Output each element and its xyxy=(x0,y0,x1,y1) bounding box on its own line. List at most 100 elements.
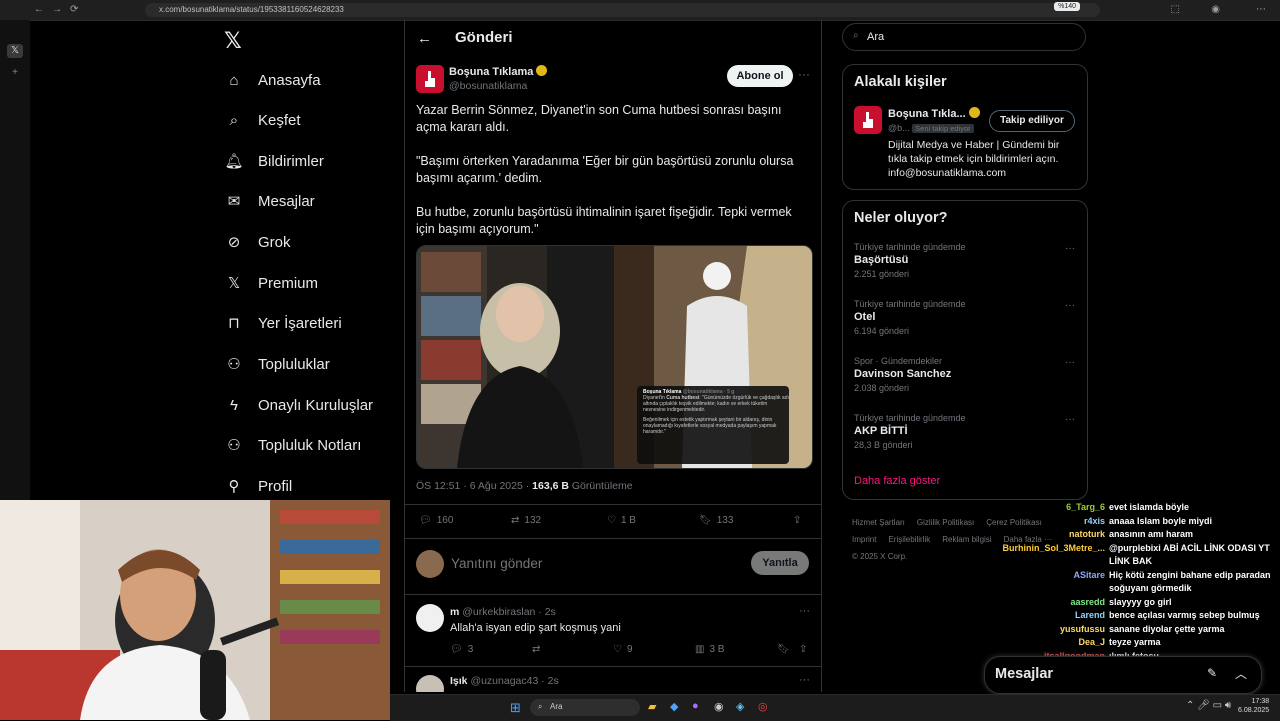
reply-input[interactable]: Yanıtını gönder xyxy=(451,556,542,571)
zoom-badge[interactable]: %140 xyxy=(1054,2,1080,11)
subscribe-button[interactable]: Abone ol xyxy=(727,65,793,87)
author-avatar[interactable] xyxy=(416,65,444,93)
more-options-icon[interactable]: ··· xyxy=(1065,300,1075,311)
nav-item-3[interactable]: ✉ Mesajlar xyxy=(224,186,315,216)
trend-count: 2.251 gönderi xyxy=(854,269,910,279)
footer-link[interactable]: Hizmet Şartları xyxy=(852,514,905,531)
nav-item-2[interactable]: 🔔︎ Bildirimler xyxy=(224,146,323,176)
trends-card: Neler oluyor? Türkiye tarihinde gündemde… xyxy=(842,200,1088,500)
taskbar-search[interactable]: ⌕ Ara xyxy=(530,699,640,716)
menu-icon[interactable]: ⋯ xyxy=(1256,4,1266,15)
footer-link[interactable]: Erişilebilirlik xyxy=(888,531,930,548)
messages-drawer[interactable]: Mesajlar ✎ ︿ xyxy=(984,656,1262,694)
reply-action[interactable]: 💬︎ 160 xyxy=(419,515,453,526)
tray-icons[interactable]: ⌃ 🎤︎ ▭ 🔊︎ xyxy=(1186,700,1231,711)
chat-text: evet islamda böyle xyxy=(1109,502,1190,512)
clock[interactable]: 17:38 6.08.2025 xyxy=(1238,697,1269,715)
user-avatar[interactable] xyxy=(416,550,444,578)
back-arrow-icon[interactable]: ← xyxy=(417,30,432,47)
reply-header[interactable]: m @urkekbiraslan · 2s xyxy=(450,606,556,618)
bookmark-action[interactable]: 🔖︎ 133 xyxy=(699,515,733,526)
author-handle[interactable]: @bosunatiklama xyxy=(449,80,527,92)
footer-link[interactable]: Reklam bilgisi xyxy=(942,531,991,548)
verified-badge-icon xyxy=(536,65,548,76)
nav-item-7[interactable]: ⚇ Topluluklar xyxy=(224,349,329,379)
post-media[interactable]: Boşuna Tıklama @bosunatiklama · 5 g Diya… xyxy=(416,245,813,469)
related-name[interactable]: Boşuna Tıkla... xyxy=(888,107,980,120)
show-more-link[interactable]: Daha fazla göster xyxy=(854,475,940,487)
more-options-icon[interactable]: ··· xyxy=(1065,243,1075,254)
address-bar[interactable]: x.com/bosunatiklama/status/1953381160524… xyxy=(145,3,1100,17)
nav-item-10[interactable]: ⚲ Profil xyxy=(224,471,293,501)
nav-item-5[interactable]: 𝕏 Premium xyxy=(224,268,318,298)
person-icon: ⚲ xyxy=(228,478,240,495)
nav-item-9[interactable]: ⚇ Topluluk Notları xyxy=(224,430,361,460)
trend-item[interactable]: Spor · Gündemdekiler Davinson Sanchez 2.03… xyxy=(854,356,1074,393)
chat-text: @purplebixi ABİ ACİL LİNK ODASI YT xyxy=(1109,542,1270,553)
nav-item-1[interactable]: ⌕ Keşfet xyxy=(224,105,301,135)
new-tab-icon[interactable]: + xyxy=(7,66,23,80)
like-action[interactable]: ♡ 9 xyxy=(613,644,633,655)
repost-action[interactable]: ⇄ 132 xyxy=(511,515,541,526)
compose-message-icon[interactable]: ✎ xyxy=(1207,666,1217,680)
footer-link[interactable]: Çerez Politikası xyxy=(986,514,1042,531)
author-name[interactable]: Boşuna Tıklama xyxy=(449,65,548,78)
app-icon[interactable]: ◉ xyxy=(714,700,724,713)
app-icon[interactable]: ● xyxy=(692,700,699,712)
tab-x-icon[interactable]: 𝕏 xyxy=(7,44,23,58)
app-icon[interactable]: ◎ xyxy=(758,700,768,713)
trend-name: Başörtüsü xyxy=(854,254,909,266)
reply-header[interactable]: Işık @uzunagac43 · 2s xyxy=(450,675,559,687)
nav-item-6[interactable]: ⊓ Yer İşaretleri xyxy=(224,308,342,338)
file-explorer-icon[interactable]: ▰ xyxy=(648,700,656,713)
more-options-icon[interactable]: ··· xyxy=(799,605,810,617)
extensions-icon[interactable]: ⬚ xyxy=(1171,4,1180,15)
reload-icon[interactable]: ⟳ xyxy=(70,4,78,15)
windows-start-icon[interactable]: ⊞ xyxy=(510,700,521,716)
related-avatar[interactable] xyxy=(854,106,882,134)
footer-link[interactable]: Imprint xyxy=(852,531,876,548)
post-paragraph-2: "Başımı örterken Yaradanıma 'Eğer bir gü… xyxy=(416,154,794,185)
chat-message: soğuyanı görmedik xyxy=(1109,583,1192,593)
trend-item[interactable]: Türkiye tarihinde gündemde Başörtüsü 2.251… xyxy=(854,242,1074,279)
profile-icon[interactable]: ◉ xyxy=(1211,4,1220,15)
reply-avatar[interactable] xyxy=(416,604,444,632)
related-handle[interactable]: @b... Seni takip ediyor xyxy=(888,123,974,133)
app-icon[interactable]: ◈ xyxy=(736,700,744,713)
repost-icon[interactable]: ⇄ xyxy=(532,644,540,655)
following-button[interactable]: Takip ediliyor xyxy=(989,110,1075,132)
search-input[interactable]: Ara xyxy=(867,31,884,43)
nav-item-0[interactable]: ⌂ Anasayfa xyxy=(224,65,320,95)
views-action[interactable]: ▥ 3 B xyxy=(695,644,724,655)
reply-button[interactable]: Yanıtla xyxy=(751,551,809,575)
share-icon[interactable]: ⇪ xyxy=(799,644,807,655)
more-options-icon[interactable]: ··· xyxy=(1065,414,1075,425)
reply-avatar[interactable] xyxy=(416,675,444,692)
nav-item-8[interactable]: ϟ Onaylı Kuruluşlar xyxy=(224,390,373,420)
search-icon: ⌕ xyxy=(229,111,239,129)
back-icon[interactable]: ← xyxy=(34,4,44,15)
trend-item[interactable]: Türkiye tarihinde gündemde Otel 6.194 gönd… xyxy=(854,299,1074,336)
taskbar-search-text: Ara xyxy=(550,702,563,711)
related-bio: Dijital Medya ve Haber | Gündemi bir tık… xyxy=(888,139,1060,179)
post-paragraph-3: Bu hutbe, zorunlu başörtüsü ihtimalinin … xyxy=(416,205,792,236)
x-logo-icon[interactable]: 𝕏 xyxy=(224,28,242,54)
share-icon[interactable]: ⇪ xyxy=(793,515,801,526)
chat-text: teyze yarma xyxy=(1109,637,1161,647)
forward-icon[interactable]: → xyxy=(52,4,62,15)
reply-action[interactable]: 💬︎ 3 xyxy=(450,644,473,655)
bookmark-icon[interactable]: 🔖︎ xyxy=(777,644,790,655)
chevron-up-icon[interactable]: ︿ xyxy=(1235,665,1247,682)
heart-icon: ♡ xyxy=(613,644,622,655)
footer-link[interactable]: Gizlilik Politikası xyxy=(917,514,974,531)
more-options-icon[interactable]: ··· xyxy=(798,67,810,81)
more-options-icon[interactable]: ··· xyxy=(1065,357,1075,368)
search-bar[interactable]: ⌕ Ara xyxy=(842,23,1086,51)
chat-username: yusufussu xyxy=(1059,623,1105,634)
app-icon[interactable]: ◆ xyxy=(670,700,678,713)
more-options-icon[interactable]: ··· xyxy=(799,674,810,686)
nav-item-4[interactable]: ⊘ Grok xyxy=(224,227,291,257)
trend-item[interactable]: Türkiye tarihinde gündemde AKP BİTTİ 28,3 … xyxy=(854,413,1074,450)
chat-message: Larend bence açılası varmış sebep bulmuş xyxy=(1075,610,1260,620)
like-action[interactable]: ♡ 1 B xyxy=(607,515,636,526)
